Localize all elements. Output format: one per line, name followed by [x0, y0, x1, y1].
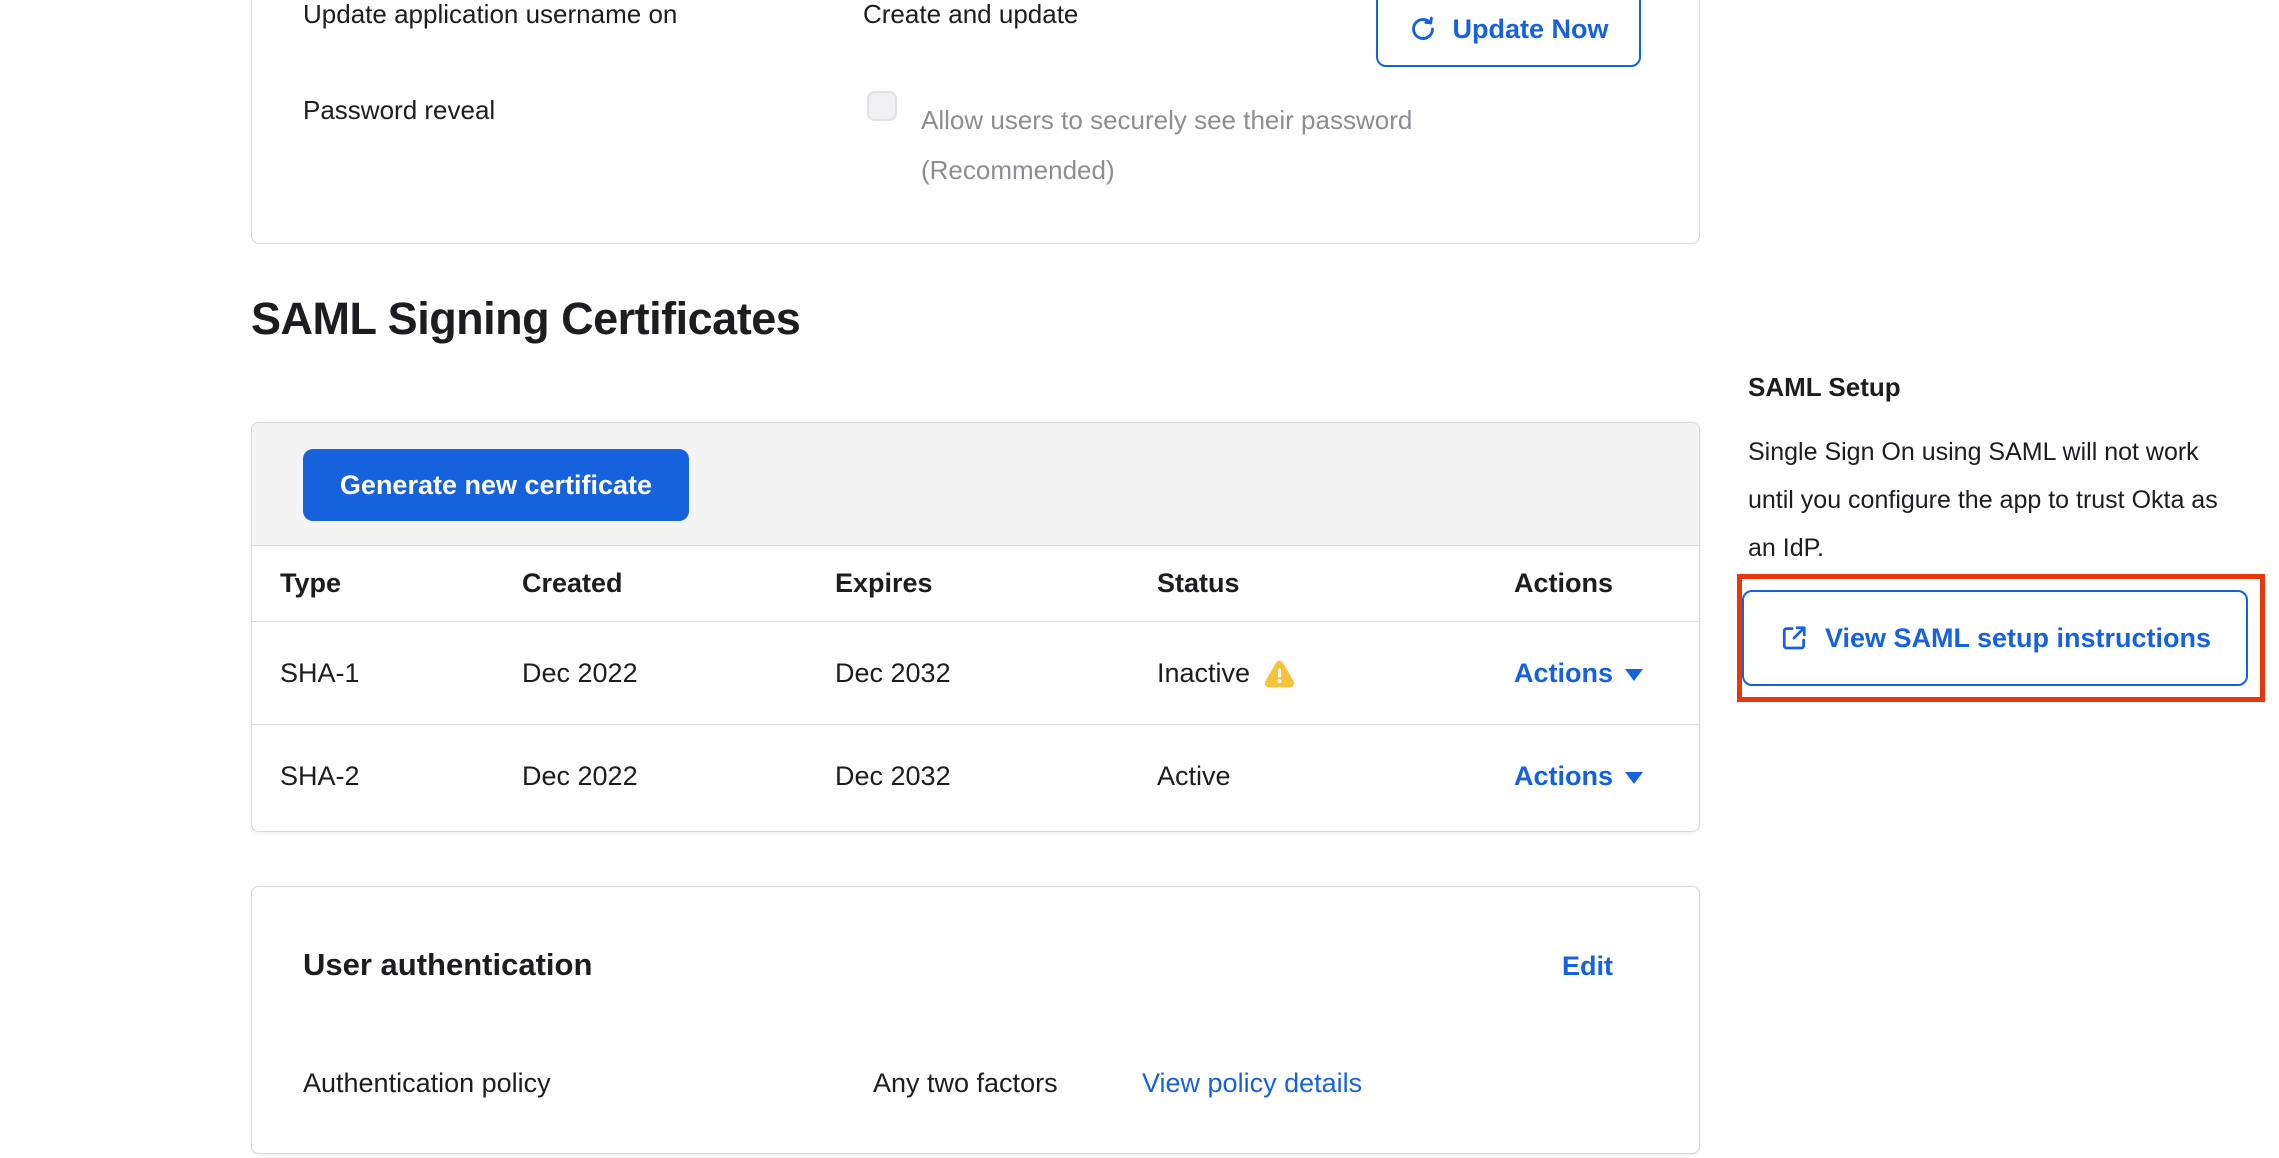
checkbox-label-text: Allow users to securely see their passwo… — [921, 105, 1412, 135]
page-canvas: Update application username on Create an… — [0, 0, 2279, 1158]
status-text: Inactive — [1157, 658, 1250, 689]
col-header-expires: Expires — [807, 568, 1129, 599]
col-header-created: Created — [494, 568, 807, 599]
cell-expires: Dec 2032 — [807, 761, 1129, 792]
saml-setup-description: Single Sign On using SAML will not work … — [1748, 428, 2220, 572]
username-update-value: Create and update — [863, 0, 1078, 30]
password-reveal-checkbox-label: Allow users to securely see their passwo… — [921, 95, 1412, 195]
app-settings-panel: Update application username on Create an… — [251, 0, 1700, 244]
caret-down-icon — [1625, 772, 1643, 784]
cell-created: Dec 2022 — [494, 658, 807, 689]
actions-dropdown[interactable]: Actions — [1514, 761, 1643, 792]
warning-icon — [1264, 659, 1295, 688]
username-update-label: Update application username on — [303, 0, 677, 30]
caret-down-icon — [1625, 669, 1643, 681]
saml-certificates-panel: Generate new certificate Type Created Ex… — [251, 422, 1700, 832]
cell-actions: Actions — [1480, 761, 1699, 792]
actions-dropdown[interactable]: Actions — [1514, 658, 1643, 689]
saml-setup-heading: SAML Setup — [1748, 372, 1901, 403]
col-header-actions: Actions — [1480, 568, 1699, 599]
certificates-table-header: Type Created Expires Status Actions — [252, 546, 1699, 621]
cell-status: Inactive — [1129, 658, 1480, 689]
actions-label: Actions — [1514, 761, 1613, 792]
view-saml-instructions-label: View SAML setup instructions — [1825, 623, 2211, 654]
checkbox-label-suffix: (Recommended) — [921, 155, 1115, 185]
table-row-sha1: SHA-1 Dec 2022 Dec 2032 Inactive — [252, 621, 1699, 724]
cell-created: Dec 2022 — [494, 761, 807, 792]
update-now-label: Update Now — [1452, 14, 1608, 45]
view-policy-details-link[interactable]: View policy details — [1142, 1068, 1362, 1099]
page-title: SAML Signing Certificates — [251, 293, 800, 345]
external-link-icon — [1779, 623, 1809, 653]
edit-link[interactable]: Edit — [1562, 951, 1613, 982]
cell-actions: Actions — [1480, 658, 1699, 689]
view-saml-instructions-button[interactable]: View SAML setup instructions — [1742, 590, 2248, 686]
col-header-status: Status — [1129, 568, 1480, 599]
table-row-sha2: SHA-2 Dec 2022 Dec 2032 Active Actions — [252, 724, 1699, 827]
update-now-button[interactable]: Update Now — [1376, 0, 1641, 67]
refresh-icon — [1408, 14, 1438, 44]
cell-expires: Dec 2032 — [807, 658, 1129, 689]
user-authentication-title: User authentication — [303, 947, 592, 983]
user-authentication-panel: User authentication Edit Authentication … — [251, 886, 1700, 1154]
status-text: Active — [1157, 761, 1231, 792]
certificates-panel-header: Generate new certificate — [252, 423, 1699, 546]
cell-status: Active — [1129, 761, 1480, 792]
certificates-table: Type Created Expires Status Actions SHA-… — [252, 546, 1699, 827]
authentication-policy-label: Authentication policy — [303, 1068, 551, 1099]
password-reveal-label: Password reveal — [303, 95, 495, 126]
actions-label: Actions — [1514, 658, 1613, 689]
col-header-type: Type — [252, 568, 494, 599]
password-reveal-checkbox[interactable] — [867, 91, 897, 121]
cell-type: SHA-2 — [252, 761, 494, 792]
generate-certificate-button[interactable]: Generate new certificate — [303, 449, 689, 521]
authentication-policy-value: Any two factors — [873, 1068, 1058, 1099]
cell-type: SHA-1 — [252, 658, 494, 689]
